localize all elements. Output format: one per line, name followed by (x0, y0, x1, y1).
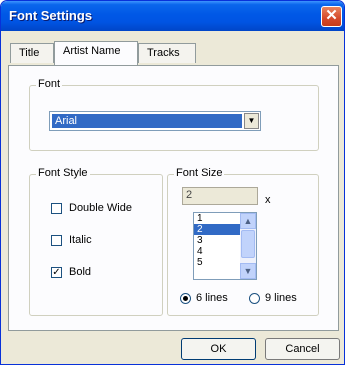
font-size-group: Font Size 2 x 1 2 3 4 5 ▲ ▼ 6 lines 9 li… (167, 167, 319, 316)
double-wide-checkbox[interactable] (51, 203, 62, 214)
nine-lines-label: 9 lines (265, 292, 297, 304)
font-size-list[interactable]: 1 2 3 4 5 ▲ ▼ (193, 212, 257, 280)
bold-checkbox[interactable]: ✓ (51, 267, 62, 278)
six-lines-radio[interactable] (180, 293, 191, 304)
close-icon[interactable]: ✕ (321, 6, 342, 27)
scroll-up-icon[interactable]: ▲ (240, 213, 256, 229)
font-group-label: Font (36, 78, 63, 90)
tab-tracks[interactable]: Tracks (138, 43, 196, 63)
double-wide-label: Double Wide (69, 202, 132, 214)
ok-button[interactable]: OK (181, 338, 256, 360)
tab-artist-name[interactable]: Artist Name (54, 41, 138, 65)
italic-checkbox[interactable] (51, 235, 62, 246)
title-bar[interactable]: Font Settings ✕ (1, 1, 344, 31)
tab-panel: Font Arial ▼ Font Style Double Wide Ital… (8, 65, 339, 331)
tab-title-label: Title (19, 47, 40, 59)
font-dropdown[interactable]: Arial ▼ (49, 111, 261, 131)
font-size-value: 2 (182, 187, 258, 205)
tab-title[interactable]: Title (10, 43, 54, 63)
font-settings-window: Font Settings ✕ Title Artist Name Tracks… (0, 0, 345, 365)
scroll-down-icon[interactable]: ▼ (240, 263, 256, 279)
font-size-group-label: Font Size (174, 167, 225, 179)
font-size-multiplier: x (265, 194, 271, 206)
window-title: Font Settings (9, 8, 93, 23)
font-dropdown-value: Arial (52, 114, 242, 128)
bold-label: Bold (69, 266, 92, 278)
six-lines-label: 6 lines (196, 292, 228, 304)
nine-lines-radio[interactable] (249, 293, 260, 304)
font-style-group: Font Style Double Wide Italic ✓ Bold (29, 167, 163, 316)
font-style-group-label: Font Style (36, 167, 90, 179)
cancel-button[interactable]: Cancel (265, 338, 340, 360)
font-group: Font Arial ▼ (29, 78, 319, 151)
tab-tracks-label: Tracks (147, 47, 180, 59)
scroll-thumb[interactable] (241, 230, 255, 258)
tab-artist-name-label: Artist Name (63, 45, 121, 57)
font-size-scrollbar[interactable]: ▲ ▼ (240, 213, 256, 279)
italic-label: Italic (69, 234, 92, 246)
chevron-down-icon[interactable]: ▼ (244, 113, 259, 129)
